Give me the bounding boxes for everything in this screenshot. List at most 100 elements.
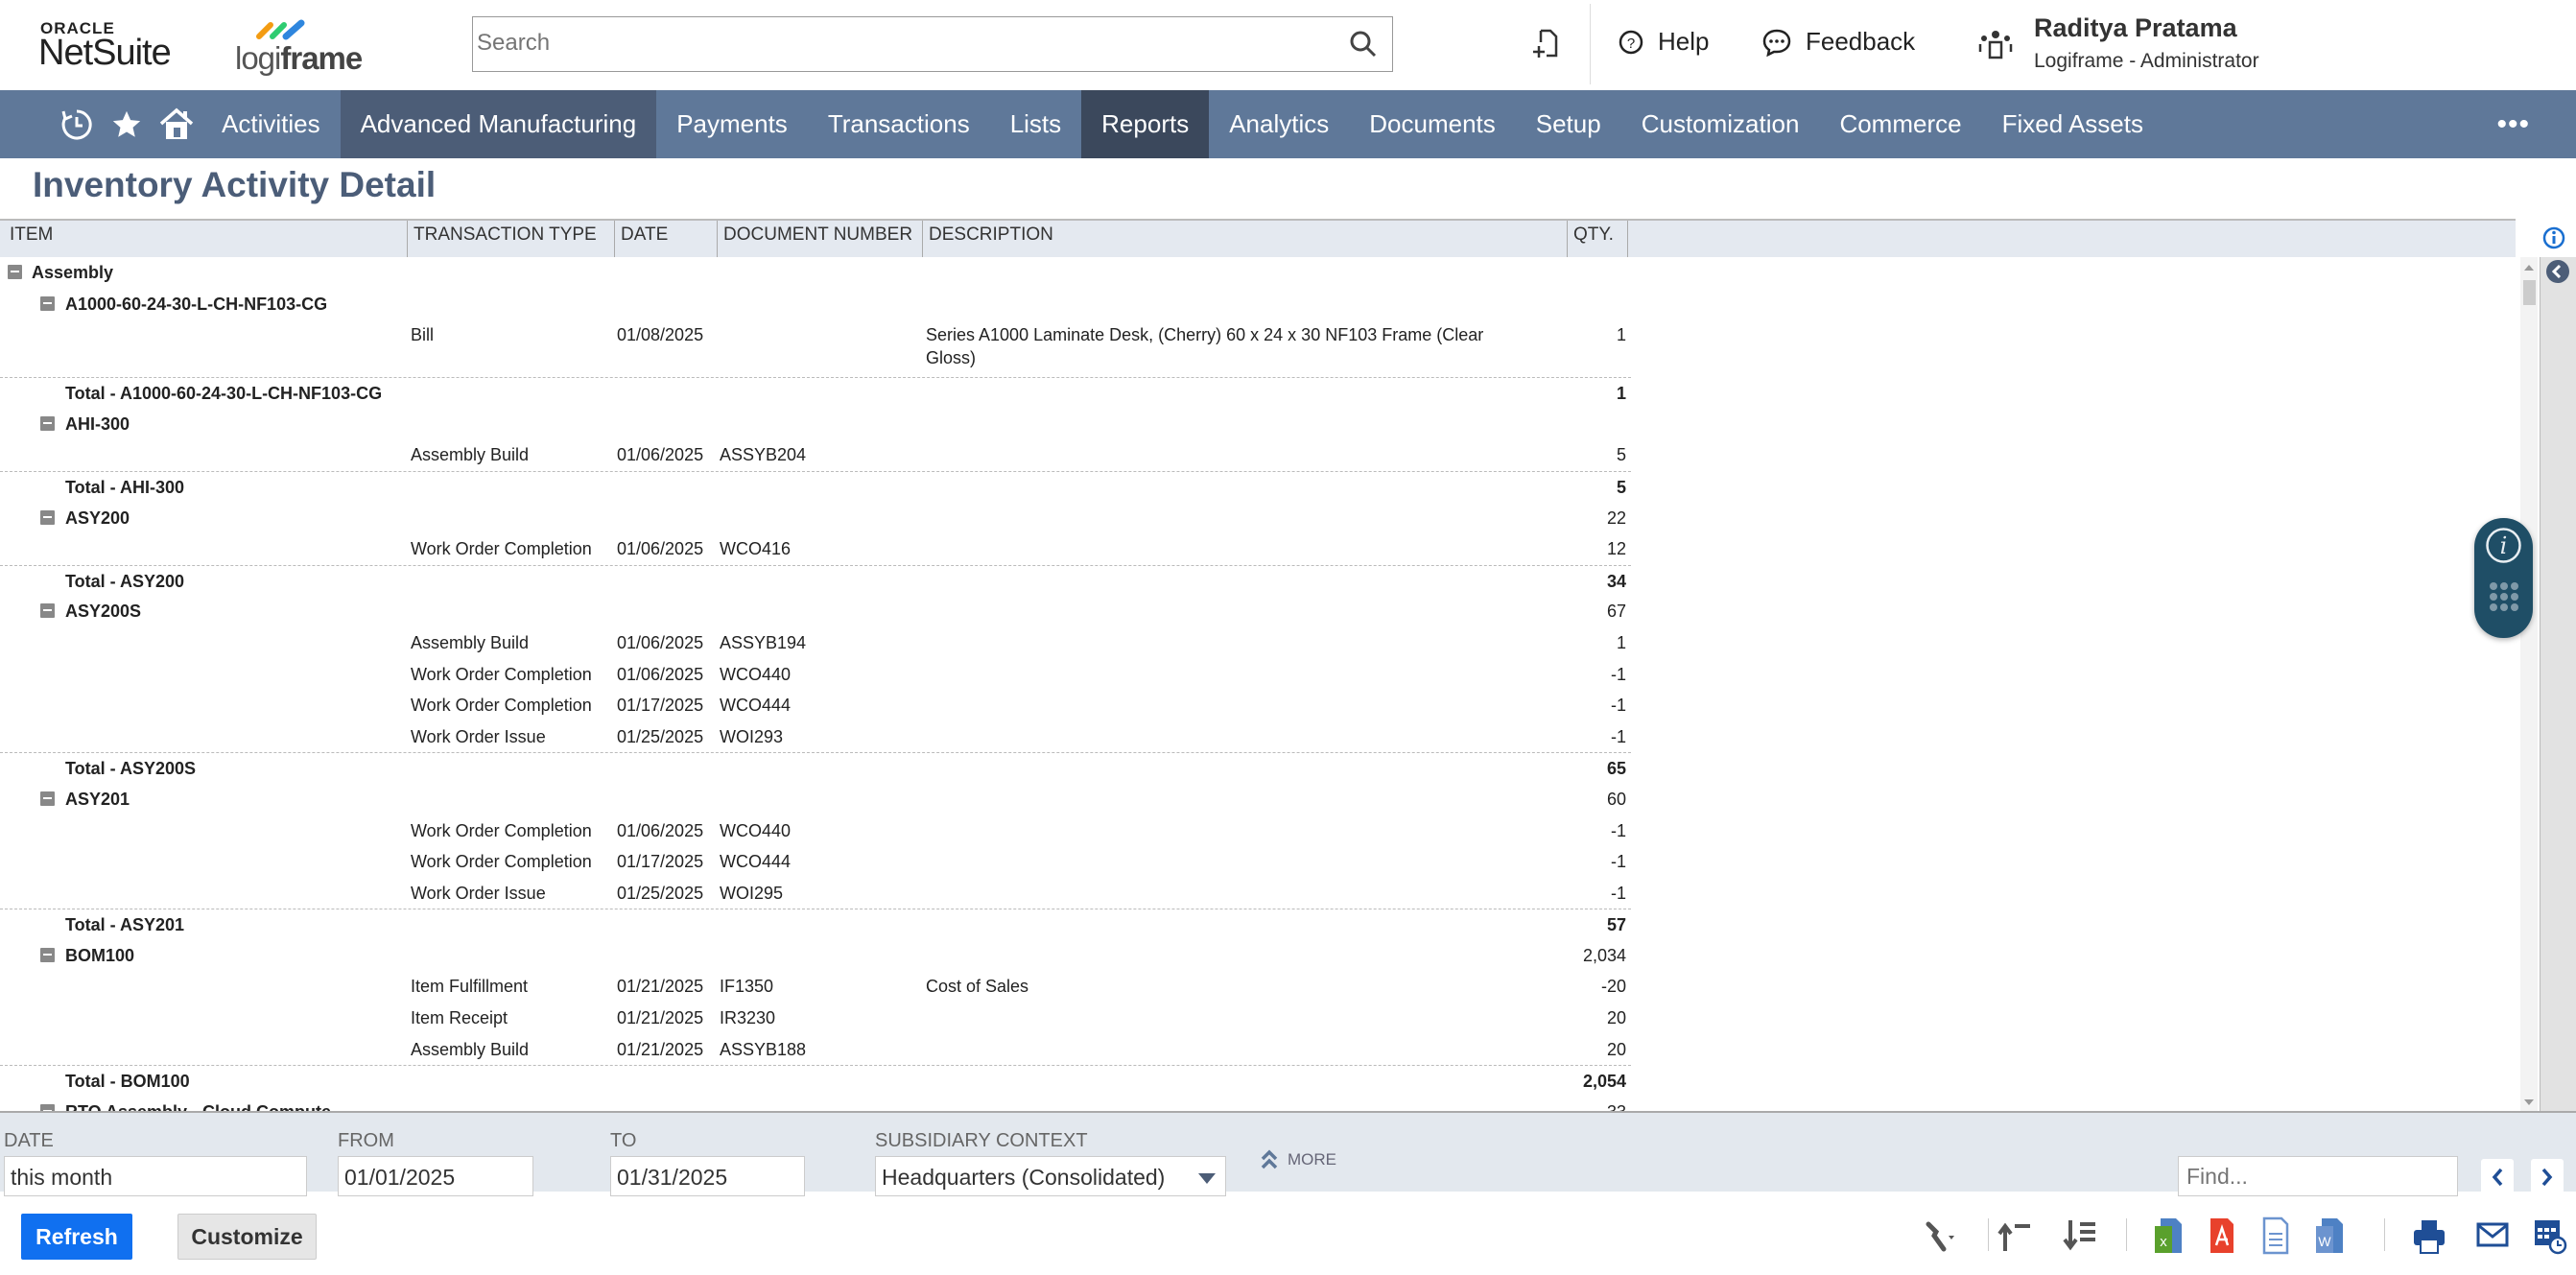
document-number[interactable]: IF1350 [720,977,773,997]
nav-setup[interactable]: Setup [1516,90,1621,158]
collapse-all-icon[interactable] [1997,1216,2032,1255]
collapse-toggle-icon[interactable] [40,509,55,525]
column-header-date[interactable]: DATE [614,221,668,257]
table-row: Work Order Completion 01/06/2025 WCO440 -1 [0,815,1631,847]
scroll-up-arrow-icon[interactable] [2524,265,2534,271]
description: Cost of Sales [926,977,1029,997]
vertical-scrollbar[interactable] [2520,257,2538,1111]
collapse-toggle-icon[interactable] [40,295,55,311]
nav-documents[interactable]: Documents [1349,90,1516,158]
column-header-item[interactable]: ITEM [0,221,53,257]
user-name[interactable]: Raditya Pratama [2034,13,2237,43]
item-name[interactable]: BOM100 [65,946,134,966]
export-word-icon[interactable]: W [2312,1216,2347,1255]
more-filters-toggle[interactable]: MORE [1261,1149,1336,1170]
column-header-description[interactable]: DESCRIPTION [922,221,1053,257]
scrollbar-thumb[interactable] [2523,280,2536,305]
nav-transactions[interactable]: Transactions [808,90,990,158]
expand-all-icon[interactable] [2063,1216,2097,1255]
recent-records-icon[interactable] [1531,27,1560,61]
item-name[interactable]: A1000-60-24-30-L-CH-NF103-CG [65,295,327,315]
customize-button[interactable]: Customize [177,1214,317,1260]
nav-analytics[interactable]: Analytics [1209,90,1349,158]
info-italic-icon[interactable]: i [2484,526,2523,565]
transaction-type: Work Order Completion [411,852,592,872]
date-range-field[interactable]: this month [4,1156,307,1196]
collapse-toggle-icon[interactable] [40,1103,55,1111]
collapse-toggle-icon[interactable] [40,947,55,962]
collapse-toggle-icon[interactable] [40,415,55,431]
toolbar-divider [2126,1218,2127,1251]
user-role[interactable]: Logiframe - Administrator [2034,50,2259,73]
refresh-button[interactable]: Refresh [21,1214,132,1260]
help-link[interactable]: ? Help [1618,27,1709,57]
nav-reports[interactable]: Reports [1081,90,1210,158]
item-row: RTO Assembly - Cloud Compute 33 [0,1097,1631,1111]
transaction-type: Bill [411,325,435,345]
nav-more-button[interactable]: ••• [2496,108,2530,141]
wrench-settings-icon[interactable] [1923,1216,1957,1255]
quantity: 34 [1606,571,1626,591]
column-header-document-number[interactable]: DOCUMENT NUMBER [717,221,912,257]
item-name[interactable]: ASY201 [65,790,130,810]
document-number[interactable]: ASSYB188 [720,1040,806,1060]
document-number[interactable]: WOI295 [720,884,783,904]
nav-activities[interactable]: Activities [201,90,341,158]
nav-commerce[interactable]: Commerce [1819,90,1981,158]
collapse-toggle-icon[interactable] [8,265,22,279]
find-next-button[interactable] [2531,1159,2564,1195]
feedback-link[interactable]: Feedback [1761,27,1915,57]
nav-payments[interactable]: Payments [656,90,808,158]
scroll-down-arrow-icon[interactable] [2524,1099,2534,1105]
nav-fixed-assets[interactable]: Fixed Assets [1982,90,2163,158]
favorites-star-icon[interactable] [102,90,152,158]
floating-help-widget[interactable]: i [2474,518,2533,638]
document-number[interactable]: ASSYB204 [720,445,806,465]
document-number[interactable]: WCO416 [720,539,791,559]
netsuite-logo[interactable]: NetSuite [38,33,172,74]
document-number[interactable]: ASSYB194 [720,633,806,653]
search-icon[interactable] [1348,29,1379,59]
export-excel-icon[interactable]: x [2151,1216,2186,1255]
subsidiary-context-select[interactable]: Headquarters (Consolidated) [875,1156,1226,1196]
role-switch-icon[interactable] [1978,27,2013,61]
document-number[interactable]: WCO440 [720,821,791,841]
nav-customization[interactable]: Customization [1621,90,1820,158]
from-date-field[interactable]: 01/01/2025 [338,1156,533,1196]
print-icon[interactable] [2412,1216,2446,1255]
item-name[interactable]: RTO Assembly - Cloud Compute [65,1102,331,1111]
document-number[interactable]: WCO444 [720,852,791,872]
email-icon[interactable] [2475,1216,2510,1255]
column-header-qty[interactable]: QTY. [1567,221,1628,257]
dropdown-arrow-icon[interactable] [1198,1173,1216,1184]
collapse-toggle-icon[interactable] [40,603,55,619]
item-name[interactable]: ASY200 [65,508,130,529]
nav-advanced-manufacturing[interactable]: Advanced Manufacturing [340,90,657,158]
export-pdf-icon[interactable] [2205,1216,2239,1255]
find-previous-button[interactable] [2481,1159,2514,1195]
total-row: Total - AHI-300 5 [0,470,1631,503]
search-input[interactable] [473,17,1317,69]
transaction-type: Work Order Completion [411,820,592,840]
global-search[interactable] [472,16,1393,72]
nav-lists[interactable]: Lists [990,90,1081,158]
document-number[interactable]: WCO444 [720,696,791,716]
item-name[interactable]: AHI-300 [65,414,130,435]
table-row: Assembly Build 01/06/2025 ASSYB194 1 [0,627,1631,659]
recent-icon[interactable] [52,90,102,158]
grid-dots-icon[interactable] [2489,581,2519,612]
home-icon[interactable] [152,90,201,158]
document-number[interactable]: IR3230 [720,1008,775,1028]
info-icon[interactable] [2542,226,2565,249]
collapse-toggle-icon[interactable] [40,791,55,806]
document-number[interactable]: WCO440 [720,665,791,685]
to-date-field[interactable]: 01/31/2025 [610,1156,805,1196]
transaction-date: 01/25/2025 [617,726,704,746]
document-number[interactable]: WOI293 [720,727,783,747]
collapse-panel-chevron-left-icon[interactable] [2545,259,2570,284]
item-name[interactable]: ASY200S [65,602,141,622]
schedule-calendar-icon[interactable] [2533,1216,2567,1255]
column-header-transaction-type[interactable]: TRANSACTION TYPE [407,221,597,257]
export-csv-icon[interactable] [2258,1216,2293,1255]
find-input[interactable] [2178,1156,2458,1196]
